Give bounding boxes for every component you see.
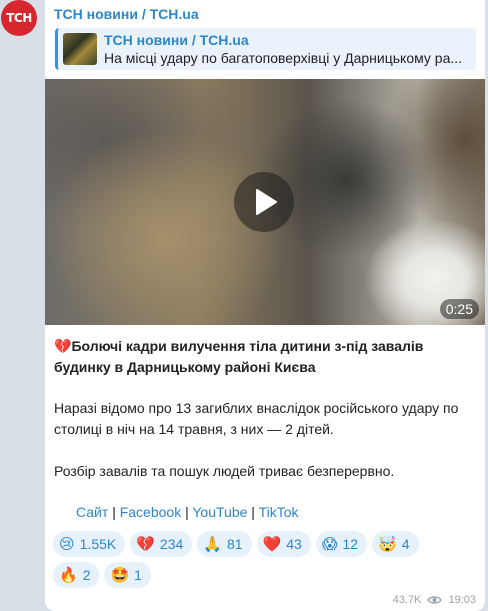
red-heart-icon: ❤️ bbox=[262, 535, 282, 553]
link-separator: | bbox=[112, 504, 116, 520]
headline-text: Болючі кадри вилучення тіла дитини з-під… bbox=[54, 338, 424, 375]
video-duration: 0:25 bbox=[439, 299, 479, 319]
post-paragraph-2: Розбір завалів та пошук людей триває без… bbox=[54, 463, 395, 479]
broken-heart-icon: 💔 bbox=[136, 535, 155, 553]
reaction-red-heart[interactable]: ❤️ 43 bbox=[256, 531, 311, 557]
reaction-exploding-head[interactable]: 🤯 4 bbox=[372, 531, 419, 557]
reply-text: На місці удару по багатоповерхівці у Дар… bbox=[104, 50, 463, 66]
play-button[interactable] bbox=[234, 172, 294, 232]
site-link[interactable]: Сайт bbox=[76, 504, 108, 520]
reaction-praying-hands[interactable]: 🙏 81 bbox=[197, 531, 252, 557]
reaction-count: 1.55K bbox=[79, 536, 117, 552]
video-player[interactable]: 0:25 bbox=[45, 79, 485, 325]
reaction-star-struck[interactable]: 🤩 1 bbox=[104, 562, 151, 588]
link-separator: | bbox=[251, 504, 255, 520]
reply-title: ТСН новини / ТСН.ua bbox=[104, 32, 249, 48]
exploding-head-icon: 🤯 bbox=[378, 535, 397, 553]
broken-heart-icon: 💔 bbox=[54, 338, 72, 354]
message-bubble: ТСН новини / ТСН.ua ТСН новини / ТСН.ua … bbox=[45, 0, 485, 611]
post-headline: 💔Болючі кадри вилучення тіла дитини з-пі… bbox=[54, 336, 474, 378]
reaction-count: 234 bbox=[159, 536, 184, 552]
play-icon bbox=[256, 189, 277, 215]
crying-face-icon: 😢 bbox=[59, 535, 75, 553]
reaction-crying[interactable]: 😢 1.55K bbox=[53, 531, 126, 557]
social-links: Сайт | Facebook | YouTube | TikTok bbox=[76, 504, 299, 520]
reaction-count: 12 bbox=[342, 536, 359, 552]
reaction-broken-heart[interactable]: 💔 234 bbox=[130, 531, 193, 557]
reaction-fire[interactable]: 🔥 2 bbox=[53, 562, 100, 588]
reaction-count: 4 bbox=[401, 536, 410, 552]
reaction-screaming[interactable]: 😱 12 bbox=[315, 531, 368, 557]
fire-icon: 🔥 bbox=[59, 566, 78, 584]
reaction-count: 1 bbox=[134, 567, 142, 583]
channel-name[interactable]: ТСН новини / ТСН.ua bbox=[54, 6, 199, 22]
praying-hands-icon: 🙏 bbox=[203, 535, 222, 553]
facebook-link[interactable]: Facebook bbox=[120, 504, 181, 520]
view-count: 43.7K bbox=[392, 594, 422, 606]
post-paragraph-1: Наразі відомо про 13 загиблих внаслідок … bbox=[54, 400, 459, 437]
star-struck-icon: 🤩 bbox=[110, 566, 130, 584]
eye-icon bbox=[427, 596, 443, 604]
message-time: 19:03 bbox=[448, 594, 476, 606]
link-separator: | bbox=[185, 504, 189, 520]
reaction-count: 81 bbox=[226, 536, 243, 552]
channel-avatar[interactable]: ТСН bbox=[1, 0, 37, 36]
reply-preview[interactable]: ТСН новини / ТСН.ua На місці удару по ба… bbox=[55, 28, 476, 70]
reaction-count: 43 bbox=[286, 536, 302, 552]
screaming-face-icon: 😱 bbox=[321, 535, 338, 553]
message-meta: 43.7K 19:03 bbox=[393, 594, 476, 606]
reply-thumbnail bbox=[63, 33, 97, 65]
tiktok-link[interactable]: TikTok bbox=[259, 504, 299, 520]
reaction-count: 2 bbox=[82, 567, 91, 583]
youtube-link[interactable]: YouTube bbox=[192, 504, 247, 520]
